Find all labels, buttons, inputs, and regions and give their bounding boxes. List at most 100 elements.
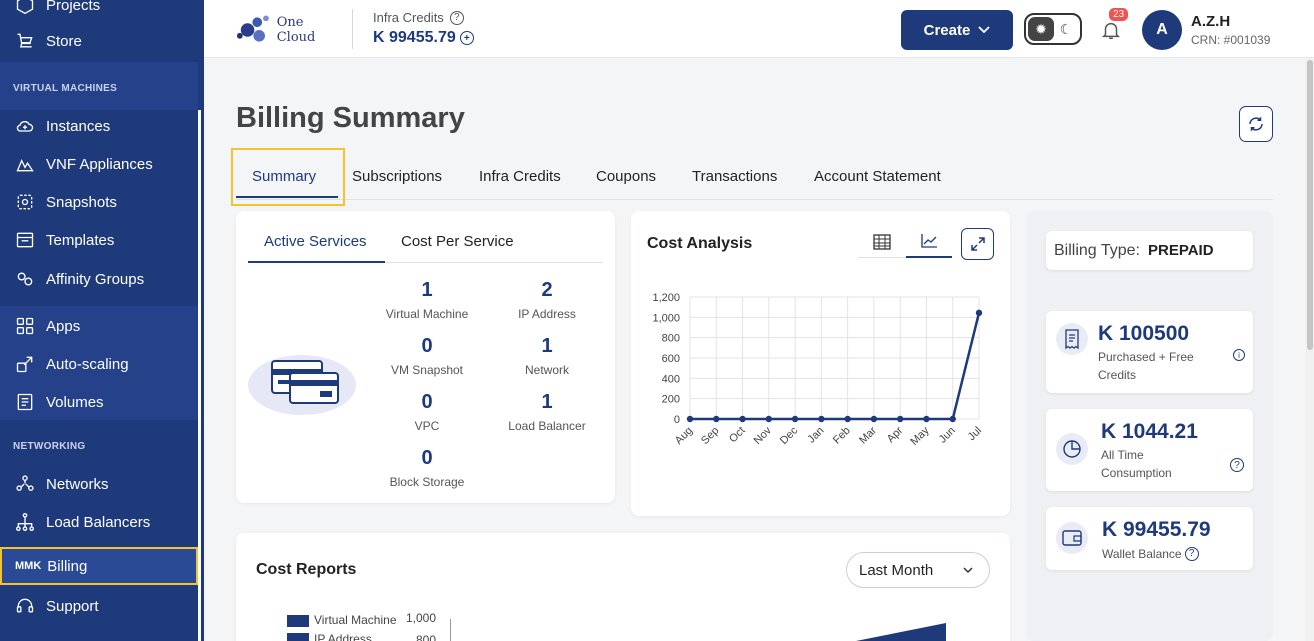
chevron-down-icon [978, 26, 990, 34]
view-toggle-active [906, 256, 952, 258]
tab-active-services[interactable]: Active Services [264, 233, 367, 250]
scrollbar-thumb[interactable] [1307, 60, 1313, 350]
sidebar-item-auto-scaling[interactable]: Auto-scaling [0, 347, 198, 381]
count-load-balancer: 1 [541, 391, 553, 413]
create-button[interactable]: Create [901, 10, 1013, 50]
tab-coupons[interactable]: Coupons [596, 168, 656, 185]
x-tick-label: Dec [778, 424, 801, 447]
x-tick-label: Nov [752, 424, 775, 447]
cost-analysis-chart: 0 200 400 600 800 1,000 1,200 Aug Sep Oct Nov Dec Ja… [652, 292, 984, 448]
refresh-button[interactable] [1239, 106, 1273, 142]
sun-icon: ✹ [1028, 17, 1054, 41]
logo-icon [236, 15, 269, 42]
x-tick-label: Feb [831, 425, 853, 447]
cost-analysis-card: Cost Analysis 0 200 400 600 800 1,000 1,200 Aug… [631, 211, 1010, 516]
x-tick-label: Jun [937, 425, 958, 446]
data-point [896, 415, 904, 423]
consumption-label: All Time Consumption [1101, 448, 1172, 480]
active-tab-highlight [231, 148, 345, 206]
wallet-value: K 99455.79 [1102, 518, 1211, 541]
line-chart-view-icon[interactable] [920, 233, 938, 249]
y-tick-label: 400 [662, 373, 680, 385]
expand-button[interactable] [961, 228, 994, 260]
logo-text: One Cloud [276, 15, 316, 45]
page-title: Billing Summary [236, 102, 465, 134]
y-tick-label: 0 [674, 414, 680, 426]
sidebar-divider [198, 110, 201, 641]
x-tick-label: May [908, 424, 932, 448]
avatar[interactable]: A [1142, 10, 1182, 50]
currency-label: MMK [15, 560, 42, 572]
theme-toggle[interactable]: ✹ ☾ [1024, 13, 1082, 45]
legend-label-ip: IP Address [314, 632, 372, 641]
infra-credits-label: Infra Credits ? [373, 10, 464, 25]
legend-swatch-vm [287, 615, 309, 627]
tab-cost-per-service[interactable]: Cost Per Service [401, 233, 514, 250]
credit-card-illustration [248, 355, 356, 415]
autoscale-icon [14, 353, 36, 375]
sidebar-item-store[interactable]: Store [0, 24, 198, 58]
sidebar: Projects Store VIRTUAL MACHINES Instance… [0, 0, 204, 641]
sidebar-item-load-balancers[interactable]: Load Balancers [0, 505, 198, 539]
cart-icon [14, 30, 36, 52]
notification-badge: 23 [1109, 8, 1129, 21]
legend-swatch-ip [287, 633, 309, 641]
hexagon-icon [14, 0, 36, 16]
tab-infra-credits[interactable]: Infra Credits [479, 168, 561, 185]
add-credit-icon[interactable]: + [459, 31, 474, 45]
sidebar-item-vnf-appliances[interactable]: VNF Appliances [0, 147, 198, 181]
user-crn: CRN: #001039 [1191, 33, 1271, 47]
data-point [949, 415, 956, 423]
sidebar-item-templates[interactable]: Templates [0, 223, 198, 257]
template-icon [14, 229, 36, 251]
sidebar-item-volumes[interactable]: Volumes [0, 385, 198, 419]
x-tick-label: Jul [966, 425, 984, 443]
billing-type-value: PREPAID [1147, 242, 1214, 259]
snapshot-icon [14, 191, 36, 213]
tab-account-statement[interactable]: Account Statement [814, 168, 941, 185]
label-virtual-machine: Virtual Machine [385, 307, 469, 321]
area-fill-mark [856, 623, 946, 641]
y-tick-label: 600 [662, 353, 680, 365]
purchased-credits-card: K 100500 Purchased + Free Credits i [1046, 311, 1253, 393]
data-point [923, 415, 930, 423]
sidebar-item-networks[interactable]: Networks [0, 467, 198, 501]
brand-logo[interactable]: One Cloud [234, 8, 344, 52]
help-icon[interactable]: ? [1230, 458, 1244, 472]
x-tick-label: Oct [727, 425, 748, 446]
series-line [690, 312, 981, 421]
table-view-icon[interactable] [873, 234, 891, 250]
period-select[interactable]: Last Month [846, 552, 990, 588]
label-block-storage: Block Storage [389, 475, 465, 489]
sidebar-item-billing[interactable]: MMK Billing [0, 547, 198, 585]
bell-icon[interactable] [1100, 18, 1122, 42]
y-tick-label: 800 [416, 633, 437, 641]
cloud-icon [14, 115, 36, 137]
tab-transactions[interactable]: Transactions [692, 168, 777, 185]
info-icon[interactable]: i [1233, 349, 1245, 361]
sidebar-item-snapshots[interactable]: Snapshots [0, 185, 198, 219]
sidebar-item-support[interactable]: Support [0, 589, 198, 623]
sidebar-item-affinity-groups[interactable]: Affinity Groups [0, 262, 198, 296]
count-vpc: 0 [421, 391, 433, 413]
purchased-credits-value: K 100500 [1098, 322, 1190, 345]
x-tick-label: Apr [885, 424, 906, 445]
sidebar-item-instances[interactable]: Instances [0, 109, 198, 143]
sidebar-item-apps[interactable]: Apps [0, 309, 198, 343]
sidebar-item-projects[interactable]: Projects [0, 0, 198, 22]
refresh-icon [1249, 117, 1263, 131]
count-network: 1 [541, 335, 553, 357]
wallet-label: Wallet Balance ? [1102, 545, 1199, 563]
header-divider [352, 9, 353, 49]
services-tab-underline [248, 261, 385, 263]
expand-icon [970, 237, 985, 251]
pie-chart-icon [1056, 433, 1088, 465]
network-icon [14, 473, 36, 495]
tab-subscriptions[interactable]: Subscriptions [352, 168, 442, 185]
section-virtual-machines: VIRTUAL MACHINES [13, 83, 118, 94]
help-icon[interactable]: ? [449, 10, 464, 25]
data-point [818, 415, 825, 423]
data-point [686, 415, 694, 423]
section-networking: NETWORKING [13, 441, 86, 452]
help-icon[interactable]: ? [1184, 547, 1199, 561]
